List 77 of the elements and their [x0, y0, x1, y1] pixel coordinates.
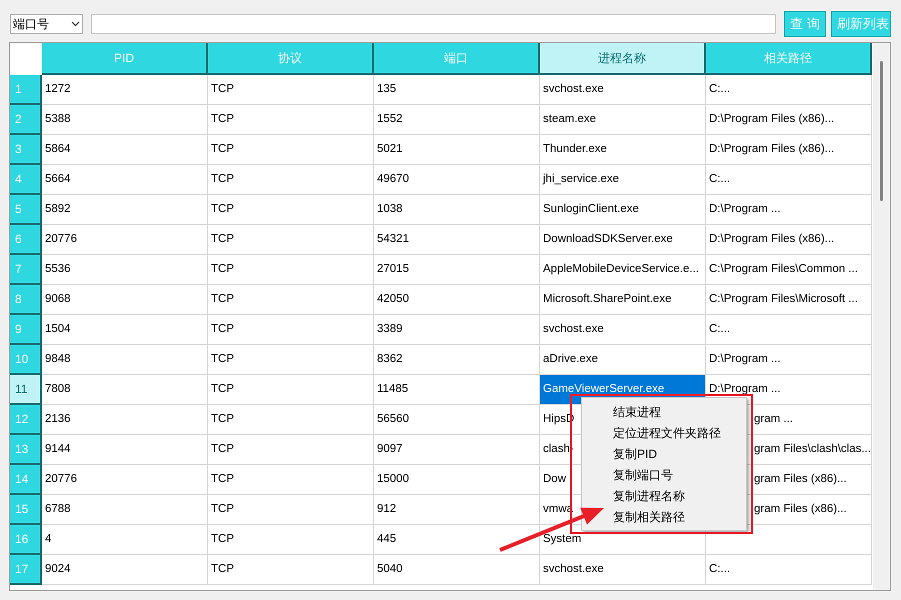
table-cell[interactable]: D:\Program Files (x86)... [706, 135, 872, 165]
table-cell[interactable]: AppleMobileDeviceService.e... [540, 255, 706, 285]
table-cell[interactable]: 5536 [42, 255, 208, 285]
table-cell[interactable]: 1272 [42, 75, 208, 105]
table-cell[interactable]: TCP [208, 225, 374, 255]
table-cell[interactable]: 5892 [42, 195, 208, 225]
table-cell[interactable]: 27015 [374, 255, 540, 285]
table-cell[interactable]: SunloginClient.exe [540, 195, 706, 225]
search-field[interactable] [91, 14, 776, 34]
table-cell[interactable]: 9097 [374, 435, 540, 465]
table-cell[interactable]: TCP [208, 405, 374, 435]
table-cell[interactable]: TCP [208, 495, 374, 525]
table-cell[interactable]: D:\Program ... [706, 195, 872, 225]
table-cell[interactable]: C:\Program Files\Common ... [706, 255, 872, 285]
table-cell[interactable]: C:... [706, 555, 872, 585]
table-cell[interactable]: 42050 [374, 285, 540, 315]
table-cell[interactable]: 56560 [374, 405, 540, 435]
table-cell[interactable]: Thunder.exe [540, 135, 706, 165]
table-cell[interactable]: TCP [208, 375, 374, 405]
table-cell[interactable]: 912 [374, 495, 540, 525]
column-header[interactable]: 进程名称 [540, 43, 706, 75]
table-cell[interactable]: 1504 [42, 315, 208, 345]
table-cell[interactable]: 3389 [374, 315, 540, 345]
scrollbar[interactable] [873, 43, 890, 590]
table-cell[interactable]: 2136 [42, 405, 208, 435]
table-cell[interactable]: C:\Program Files\Microsoft ... [706, 285, 872, 315]
table-cell[interactable]: 49670 [374, 165, 540, 195]
table-cell[interactable]: svchost.exe [540, 555, 706, 585]
table-cell[interactable]: 1038 [374, 195, 540, 225]
table-cell[interactable]: 9848 [42, 345, 208, 375]
table-cell[interactable]: 5040 [374, 555, 540, 585]
table-cell[interactable]: steam.exe [540, 105, 706, 135]
table-cell[interactable]: D:\Program Files (x86)... [706, 225, 872, 255]
table-cell[interactable]: 54321 [374, 225, 540, 255]
table-cell[interactable]: 20776 [42, 465, 208, 495]
table-cell[interactable]: TCP [208, 255, 374, 285]
table-cell[interactable]: TCP [208, 195, 374, 225]
table-cell[interactable]: TCP [208, 135, 374, 165]
table-cell[interactable]: TCP [208, 465, 374, 495]
table-cell[interactable]: 8362 [374, 345, 540, 375]
table-cell[interactable]: TCP [208, 435, 374, 465]
table-cell[interactable]: C:... [706, 75, 872, 105]
filter-dropdown[interactable]: 端口号 [10, 14, 83, 34]
table-cell[interactable]: 5864 [42, 135, 208, 165]
table-cell[interactable]: DownloadSDKServer.exe [540, 225, 706, 255]
table-cell[interactable]: TCP [208, 315, 374, 345]
table-cell[interactable]: TCP [208, 75, 374, 105]
table-cell[interactable]: 7808 [42, 375, 208, 405]
table-cell[interactable]: 20776 [42, 225, 208, 255]
table-cell[interactable]: 5021 [374, 135, 540, 165]
table-cell[interactable]: D:\Program Files (x86)... [706, 105, 872, 135]
table-cell[interactable]: 15000 [374, 465, 540, 495]
table-cell[interactable]: TCP [208, 555, 374, 585]
table-cell[interactable]: 5388 [42, 105, 208, 135]
table-cell[interactable]: Microsoft.SharePoint.exe [540, 285, 706, 315]
table-cell[interactable]: 9144 [42, 435, 208, 465]
chevron-down-icon [71, 21, 80, 27]
table-cell[interactable]: svchost.exe [540, 75, 706, 105]
table-cell[interactable]: svchost.exe [540, 315, 706, 345]
table-cell[interactable]: 1552 [374, 105, 540, 135]
table-cell[interactable]: 6788 [42, 495, 208, 525]
table-cell[interactable]: C:... [706, 315, 872, 345]
table-cell[interactable]: 4 [42, 525, 208, 555]
table-cell[interactable]: TCP [208, 165, 374, 195]
table-cell[interactable]: 9068 [42, 285, 208, 315]
table-cell[interactable]: TCP [208, 525, 374, 555]
table-cell[interactable]: 445 [374, 525, 540, 555]
row-header[interactable]: 11 [10, 375, 42, 405]
table-cell[interactable]: TCP [208, 345, 374, 375]
table-cell[interactable]: TCP [208, 105, 374, 135]
table-cell[interactable]: TCP [208, 285, 374, 315]
table-cell[interactable]: C:... [706, 165, 872, 195]
table-cell[interactable]: 9024 [42, 555, 208, 585]
table-cell[interactable]: 135 [374, 75, 540, 105]
table-cell[interactable]: 5664 [42, 165, 208, 195]
table-cell[interactable]: D:\Program ... [706, 345, 872, 375]
table-cell[interactable]: jhi_service.exe [540, 165, 706, 195]
